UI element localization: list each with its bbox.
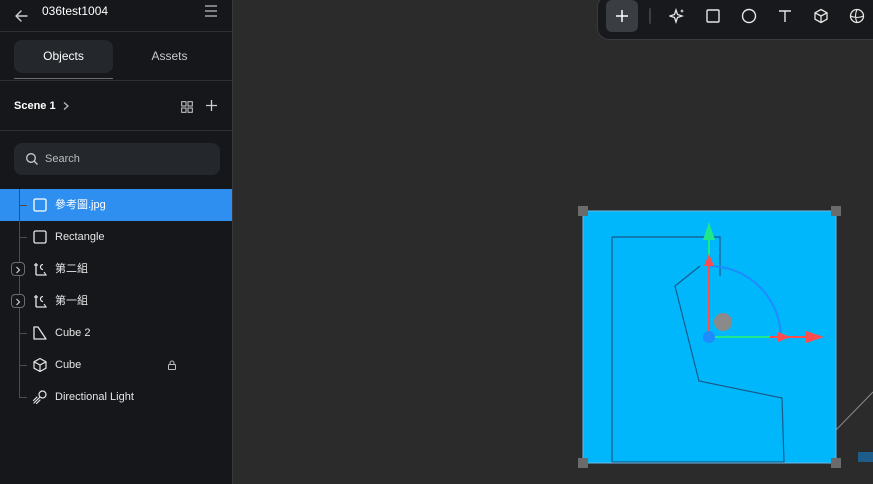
plus-icon: [616, 10, 628, 22]
chevron-right-icon: [16, 298, 21, 306]
chevron-right-icon: [16, 266, 21, 274]
arrow-left-icon: [15, 10, 28, 22]
search-box[interactable]: [14, 143, 220, 175]
layer-label: 第二組: [55, 263, 88, 275]
gizmo-origin[interactable]: [703, 331, 715, 343]
text-tool-button[interactable]: [769, 0, 801, 32]
back-button[interactable]: [12, 6, 32, 26]
rectangle-icon: [33, 230, 47, 244]
layer-row-group-2[interactable]: 第二組: [0, 253, 232, 285]
light-icon: [32, 390, 47, 405]
expand-toggle[interactable]: [11, 294, 25, 308]
frame-icon: [33, 198, 47, 212]
resize-handle-bottom-left[interactable]: [578, 458, 588, 468]
resize-handle-top-right[interactable]: [831, 206, 841, 216]
scene-name: Scene 1: [14, 100, 56, 112]
ellipse-icon: [741, 8, 757, 24]
layer-row-cube-2[interactable]: Cube 2: [0, 317, 232, 349]
layer-row-directional-light[interactable]: Directional Light: [0, 381, 232, 413]
sphere-tool-button[interactable]: [841, 0, 873, 32]
scene-divider: [0, 130, 232, 131]
grid-icon: [181, 101, 193, 113]
tabs-divider: [0, 80, 232, 81]
ai-tool-button[interactable]: [661, 0, 693, 32]
layer-row-rectangle[interactable]: Rectangle: [0, 221, 232, 253]
layer-label: 第一組: [55, 295, 88, 307]
layer-tree: 參考圖.jpg Rectangle 第二組 第一組 Cube 2 Cube Di…: [0, 189, 232, 413]
plus-icon: [206, 100, 217, 111]
tree-branch-line: [19, 365, 27, 366]
gizmo-center-handle[interactable]: [714, 313, 732, 331]
tree-branch-line: [19, 205, 27, 206]
expand-toggle[interactable]: [11, 262, 25, 276]
layer-label: 參考圖.jpg: [55, 199, 106, 211]
menu-button[interactable]: [203, 4, 219, 18]
layer-row-cube[interactable]: Cube: [0, 349, 232, 381]
tab-objects[interactable]: Objects: [14, 40, 113, 73]
layer-label: Directional Light: [55, 391, 134, 403]
offscreen-object: [858, 452, 873, 462]
tree-branch-line: [19, 397, 27, 398]
toolbar-divider: [649, 8, 651, 24]
lock-icon[interactable]: [167, 360, 177, 370]
chevron-right-icon: [63, 102, 69, 110]
cube-icon: [814, 8, 828, 24]
header-divider: [0, 31, 232, 32]
layer-row-reference-image[interactable]: 參考圖.jpg: [0, 189, 232, 221]
active-tab-indicator: [14, 78, 113, 79]
sparkle-icon: [669, 8, 685, 24]
scene-selector[interactable]: Scene 1: [14, 98, 70, 114]
text-icon: [779, 10, 791, 22]
resize-handle-bottom-right[interactable]: [831, 458, 841, 468]
panel-header: 036test1004: [0, 0, 232, 32]
search-input[interactable]: [45, 143, 213, 175]
tree-branch-line: [19, 381, 20, 397]
cube-tool-button[interactable]: [805, 0, 837, 32]
component-icon: [34, 295, 48, 308]
cube-icon: [33, 357, 47, 373]
ellipse-tool-button[interactable]: [733, 0, 765, 32]
tree-branch-line: [19, 333, 27, 334]
rectangle-tool-button[interactable]: [697, 0, 729, 32]
layer-label: Cube 2: [55, 327, 91, 339]
tab-assets[interactable]: Assets: [120, 40, 219, 73]
tree-branch-line: [19, 237, 27, 238]
layer-row-group-1[interactable]: 第一組: [0, 285, 232, 317]
layer-label: Cube: [55, 359, 82, 371]
sphere-icon: [849, 8, 865, 24]
project-title: 036test1004: [42, 4, 109, 18]
add-scene-button[interactable]: [205, 99, 218, 112]
objects-panel: 036test1004 Objects Assets Scene 1 參考圖.j…: [0, 0, 233, 484]
shape-icon: [33, 326, 47, 340]
grid-view-button[interactable]: [181, 100, 193, 113]
hamburger-icon: [205, 5, 217, 17]
scene-guide-line: [835, 391, 873, 431]
component-icon: [34, 263, 48, 276]
rectangle-icon: [706, 9, 720, 23]
layer-label: Rectangle: [55, 231, 105, 243]
resize-handle-top-left[interactable]: [578, 206, 588, 216]
top-toolbar: [597, 0, 873, 40]
search-icon: [26, 153, 38, 165]
add-tool-button[interactable]: [606, 0, 638, 32]
